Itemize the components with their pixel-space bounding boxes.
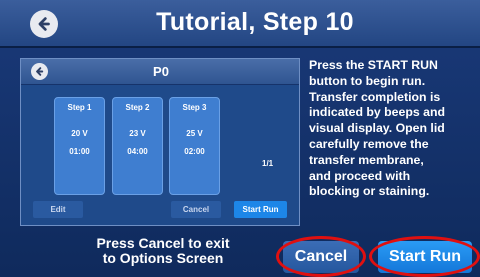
back-button[interactable] [30, 10, 58, 38]
step-time: 02:00 [184, 147, 205, 156]
preview-start-run-button: Start Run [234, 201, 287, 218]
footer-hint-line: to Options Screen [102, 250, 224, 266]
footer-hint-line: Press Cancel to exit [96, 235, 230, 251]
arrow-left-circle-icon [36, 67, 44, 76]
preview-back-button [31, 63, 48, 80]
preview-edit-button: Edit [33, 201, 83, 218]
step-card-2: Step 2 23 V 04:00 [112, 97, 163, 195]
step-time: 01:00 [69, 147, 90, 156]
instruction-line: button to begin run. [309, 73, 426, 88]
step-card-3: Step 3 25 V 02:00 [169, 97, 220, 195]
step-voltage: 23 V [129, 129, 146, 138]
preview-title-bar: P0 [21, 59, 299, 85]
cancel-button[interactable]: Cancel [283, 241, 359, 273]
start-run-button[interactable]: Start Run [378, 241, 472, 273]
arrow-left-circle-icon [38, 17, 50, 31]
step-card-1: Step 1 20 V 01:00 [54, 97, 105, 195]
instruction-line: blocking or staining. [309, 184, 430, 199]
step-label: Step 3 [182, 103, 207, 112]
instruction-text: Press the START RUN button to begin run.… [309, 58, 480, 200]
step-label: Step 1 [67, 103, 92, 112]
page-title: Tutorial, Step 10 [156, 8, 354, 36]
instruction-line: visual display. Open lid [309, 121, 445, 136]
instruction-line: indicated by beeps and [309, 105, 445, 120]
preview-program-name: P0 [153, 64, 169, 79]
instruction-line: carefully remove the [309, 136, 429, 151]
step-voltage: 25 V [186, 129, 203, 138]
instruction-line: Press the START RUN [309, 58, 438, 72]
step-voltage: 20 V [71, 129, 88, 138]
instruction-line: transfer membrane, [309, 152, 424, 167]
preview-cancel-button: Cancel [171, 201, 221, 218]
step-time: 04:00 [127, 147, 148, 156]
page-indicator: 1/1 [262, 159, 274, 168]
footer-hint: Press Cancel to exit to Options Screen [58, 236, 268, 266]
step-label: Step 2 [125, 103, 150, 112]
tutorial-screen: Tutorial, Step 10 P0 Step 1 20 V 01:00 S… [0, 0, 480, 277]
instruction-line: and proceed with [309, 168, 411, 183]
title-bar: Tutorial, Step 10 [0, 0, 480, 48]
run-preview-panel: P0 Step 1 20 V 01:00 Step 2 23 V 04:00 S… [20, 58, 300, 226]
instruction-line: Transfer completion is [309, 89, 441, 104]
